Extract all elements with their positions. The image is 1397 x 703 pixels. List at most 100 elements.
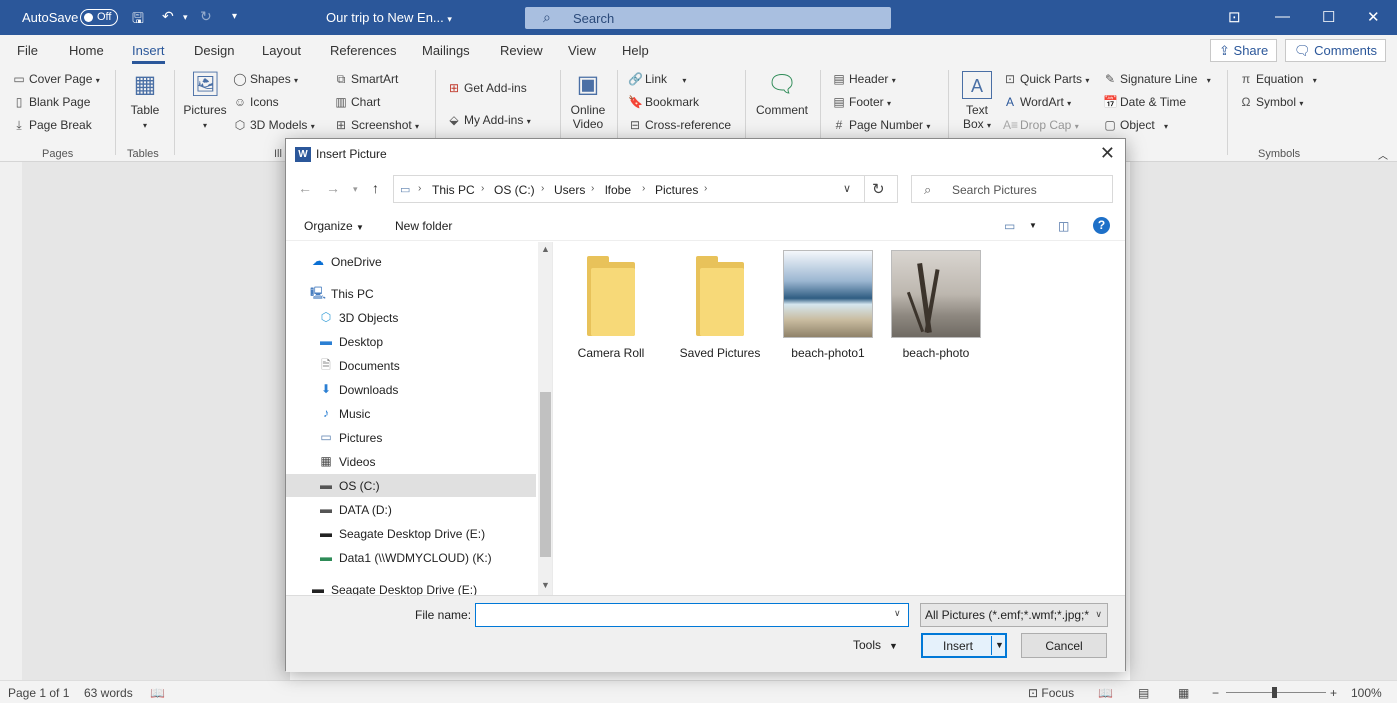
view-options-icon[interactable]: ▭: [1004, 219, 1015, 233]
tab-references[interactable]: References: [330, 43, 396, 58]
nav-item-desktop[interactable]: ▬ Desktop: [286, 330, 536, 353]
nav-item-os-c[interactable]: ▬ OS (C:): [286, 474, 536, 497]
read-mode-icon[interactable]: 📖: [1098, 686, 1113, 700]
search-pictures-box[interactable]: ⌕ Search Pictures: [911, 175, 1113, 203]
zoom-in-icon[interactable]: +: [1330, 686, 1337, 700]
refresh-icon[interactable]: ↻: [872, 180, 885, 198]
page-count[interactable]: Page 1 of 1: [8, 686, 69, 700]
up-icon[interactable]: ↑: [372, 180, 379, 196]
cancel-button[interactable]: Cancel: [1021, 633, 1107, 658]
cross-reference-button[interactable]: ⊟ Cross-reference: [628, 118, 731, 132]
back-icon[interactable]: ←: [298, 180, 312, 196]
tools-button[interactable]: Tools ▼: [853, 638, 898, 652]
tab-insert[interactable]: Insert: [132, 43, 165, 64]
nav-item-videos[interactable]: ▦ Videos: [286, 450, 536, 473]
3d-models-button[interactable]: ⬡ 3D Models ▾: [233, 118, 315, 132]
minimize-icon[interactable]: —: [1275, 8, 1290, 25]
nav-item-documents[interactable]: 🗎 Documents: [286, 354, 536, 377]
nav-item-seagate-e[interactable]: ▬ Seagate Desktop Drive (E:): [286, 522, 536, 545]
symbol-button[interactable]: Ω Symbol ▾: [1239, 95, 1304, 109]
breadcrumb-item[interactable]: OS (C:): [494, 183, 535, 197]
save-icon[interactable]: 🖫: [132, 8, 144, 32]
nav-scrollbar[interactable]: ▲ ▼: [538, 242, 552, 595]
online-video-button[interactable]: ▣ Online Video: [566, 71, 610, 131]
nav-item-seagate-e-root[interactable]: ▬ Seagate Desktop Drive (E:): [286, 578, 536, 595]
tab-review[interactable]: Review: [500, 43, 543, 58]
date-time-button[interactable]: 📅 Date & Time: [1103, 95, 1186, 109]
organize-button[interactable]: Organize ▼: [304, 219, 364, 233]
insert-button[interactable]: Insert ▼: [921, 633, 1007, 658]
tab-design[interactable]: Design: [194, 43, 234, 58]
breadcrumb-item[interactable]: Pictures: [655, 183, 698, 197]
zoom-slider-thumb[interactable]: [1272, 687, 1277, 698]
new-folder-button[interactable]: New folder: [395, 219, 452, 233]
object-button[interactable]: ▢ Object ▾: [1103, 118, 1168, 132]
smartart-button[interactable]: ⧉ SmartArt: [334, 72, 399, 87]
tab-file[interactable]: File: [17, 43, 38, 58]
quick-parts-button[interactable]: ⊡ Quick Parts ▾: [1003, 72, 1089, 86]
shapes-button[interactable]: ◯ Shapes ▾: [233, 72, 298, 86]
tab-layout[interactable]: Layout: [262, 43, 301, 58]
file-type-select[interactable]: All Pictures (*.emf;*.wmf;*.jpg;* ∨: [920, 603, 1108, 627]
preview-pane-icon[interactable]: ◫: [1058, 219, 1069, 233]
nav-item-data-d[interactable]: ▬ DATA (D:): [286, 498, 536, 521]
redo-icon[interactable]: ↻: [200, 8, 212, 25]
drop-cap-button[interactable]: A≡ Drop Cap ▾: [1003, 118, 1079, 132]
nav-item-onedrive[interactable]: ☁ OneDrive: [286, 250, 536, 273]
file-item-saved-pictures[interactable]: Saved Pictures: [670, 250, 770, 360]
collapse-ribbon-icon[interactable]: ︿: [1378, 147, 1388, 162]
breadcrumb-item[interactable]: Users: [554, 183, 585, 197]
file-item-beach-photo[interactable]: beach-photo: [886, 250, 986, 360]
my-addins-button[interactable]: ⬙ My Add-ins ▾: [447, 113, 530, 127]
share-button[interactable]: ⇪ Share: [1210, 39, 1278, 62]
customize-qat-icon[interactable]: ▾: [232, 11, 237, 22]
tab-view[interactable]: View: [568, 43, 596, 58]
file-name-input[interactable]: [475, 603, 909, 627]
text-box-button[interactable]: A Text Box ▾: [956, 71, 998, 131]
tab-mailings[interactable]: Mailings: [422, 43, 470, 58]
print-layout-icon[interactable]: ▤: [1138, 686, 1149, 700]
pictures-button[interactable]: 🖼 Pictures ▾: [182, 71, 228, 131]
nav-item-data1-k[interactable]: ▬ Data1 (\\WDMYCLOUD) (K:): [286, 546, 536, 569]
signature-line-button[interactable]: ✎ Signature Line ▾: [1103, 72, 1211, 86]
insert-dropdown-icon[interactable]: ▼: [995, 640, 1004, 650]
nav-item-this-pc[interactable]: 🖳 This PC: [286, 282, 536, 305]
icons-button[interactable]: ☺ Icons: [233, 95, 279, 109]
scroll-down-icon[interactable]: ▼: [541, 580, 550, 590]
link-button[interactable]: 🔗 Link ▾: [628, 72, 686, 86]
screenshot-button[interactable]: ⊞ Screenshot ▾: [334, 118, 419, 132]
comment-button[interactable]: 🗨 Comment: [752, 71, 812, 117]
zoom-level[interactable]: 100%: [1351, 686, 1382, 700]
forward-icon[interactable]: →: [326, 180, 340, 196]
tab-help[interactable]: Help: [622, 43, 649, 58]
file-item-beach-photo1[interactable]: beach-photo1: [778, 250, 878, 360]
address-bar[interactable]: ▭ › This PC › OS (C:) › Users › lfobe › …: [393, 175, 898, 203]
equation-button[interactable]: π Equation ▾: [1239, 72, 1317, 86]
autosave-toggle[interactable]: Off: [80, 9, 118, 26]
close-window-icon[interactable]: ✕: [1367, 8, 1380, 26]
document-title[interactable]: Our trip to New En... ▾: [326, 10, 452, 25]
view-dropdown-icon[interactable]: ▼: [1029, 221, 1037, 230]
word-count[interactable]: 63 words: [84, 686, 133, 700]
breadcrumb-item[interactable]: lfobe: [605, 183, 631, 197]
web-layout-icon[interactable]: ▦: [1178, 686, 1189, 700]
footer-button[interactable]: ▤ Footer ▾: [832, 95, 891, 109]
blank-page-button[interactable]: ▯ Blank Page: [12, 95, 91, 109]
ribbon-display-icon[interactable]: ⊡: [1228, 8, 1241, 26]
table-button[interactable]: ▦ Table ▾: [125, 71, 165, 131]
bookmark-button[interactable]: 🔖 Bookmark: [628, 95, 699, 109]
nav-item-pictures[interactable]: ▭ Pictures: [286, 426, 536, 449]
page-break-button[interactable]: ⤓ Page Break: [12, 118, 91, 133]
nav-item-downloads[interactable]: ⬇ Downloads: [286, 378, 536, 401]
address-dropdown-icon[interactable]: ∨: [843, 182, 851, 195]
proofing-icon[interactable]: 📖: [150, 686, 165, 700]
scrollbar-thumb[interactable]: [540, 392, 551, 557]
undo-icon[interactable]: ↶: [162, 8, 174, 25]
scroll-up-icon[interactable]: ▲: [541, 244, 550, 254]
page-number-button[interactable]: # Page Number ▾: [832, 118, 931, 132]
comments-button[interactable]: 🗨 Comments: [1285, 39, 1386, 62]
cover-page-button[interactable]: ▭ Cover Page ▾: [12, 72, 99, 86]
file-item-camera-roll[interactable]: Camera Roll: [561, 250, 661, 360]
nav-item-music[interactable]: ♪ Music: [286, 402, 536, 425]
help-icon[interactable]: ?: [1093, 217, 1110, 234]
